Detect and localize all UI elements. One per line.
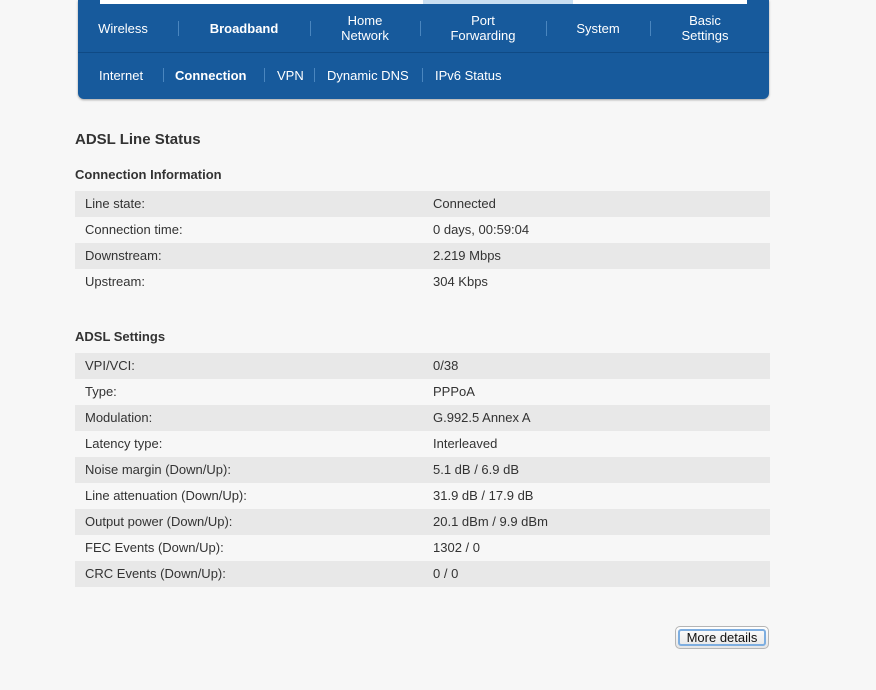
row-value: 304 Kbps <box>433 274 488 289</box>
row-value: Connected <box>433 196 496 211</box>
table-row: Line attenuation (Down/Up): 31.9 dB / 17… <box>75 483 770 509</box>
row-value: 1302 / 0 <box>433 540 480 555</box>
row-label: Latency type: <box>85 436 163 451</box>
table-row: Modulation: G.992.5 Annex A <box>75 405 770 431</box>
more-details-button[interactable]: More details <box>675 626 769 649</box>
connection-information-heading: Connection Information <box>75 167 222 182</box>
row-label: Type: <box>85 384 117 399</box>
row-label: Noise margin (Down/Up): <box>85 462 231 477</box>
table-row: Type: PPPoA <box>75 379 770 405</box>
secondary-tabs: Internet Connection VPN Dynamic DNS IPv6… <box>78 53 769 99</box>
row-label: Line state: <box>85 196 145 211</box>
subtab-separator <box>422 68 423 82</box>
row-label: Upstream: <box>85 274 145 289</box>
subtab-connection[interactable]: Connection <box>175 68 247 84</box>
table-row: Output power (Down/Up): 20.1 dBm / 9.9 d… <box>75 509 770 535</box>
tab-home-network[interactable]: Home Network <box>310 4 420 52</box>
row-value: G.992.5 Annex A <box>433 410 531 425</box>
subtab-dynamic-dns[interactable]: Dynamic DNS <box>327 68 409 84</box>
tab-port-forwarding[interactable]: Port Forwarding <box>420 4 546 52</box>
row-label: Connection time: <box>85 222 183 237</box>
page-title: ADSL Line Status <box>75 131 201 148</box>
row-value: 2.219 Mbps <box>433 248 501 263</box>
subtab-separator <box>163 68 164 82</box>
more-details-label[interactable]: More details <box>678 629 766 646</box>
connection-information-table: Line state: Connected Connection time: 0… <box>75 191 770 295</box>
row-value: 31.9 dB / 17.9 dB <box>433 488 534 503</box>
table-row: VPI/VCI: 0/38 <box>75 353 770 379</box>
adsl-settings-table: VPI/VCI: 0/38 Type: PPPoA Modulation: G.… <box>75 353 770 587</box>
row-label: Line attenuation (Down/Up): <box>85 488 247 503</box>
row-value: 5.1 dB / 6.9 dB <box>433 462 520 477</box>
tab-basic-settings[interactable]: Basic Settings <box>650 4 760 52</box>
table-row: Noise margin (Down/Up): 5.1 dB / 6.9 dB <box>75 457 770 483</box>
row-label: Downstream: <box>85 248 162 263</box>
row-label: VPI/VCI: <box>85 358 135 373</box>
subtab-internet[interactable]: Internet <box>99 68 143 84</box>
subtab-separator <box>314 68 315 82</box>
subtab-separator <box>264 68 265 82</box>
table-row: Latency type: Interleaved <box>75 431 770 457</box>
row-label: Output power (Down/Up): <box>85 514 233 529</box>
table-row: CRC Events (Down/Up): 0 / 0 <box>75 561 770 587</box>
tab-broadband[interactable]: Broadband <box>178 4 310 52</box>
table-row: Upstream: 304 Kbps <box>75 269 770 295</box>
row-label: FEC Events (Down/Up): <box>85 540 224 555</box>
row-value: 0/38 <box>433 358 459 373</box>
tab-wireless[interactable]: Wireless <box>78 4 168 52</box>
row-value: 0 days, 00:59:04 <box>433 222 530 237</box>
table-row: Downstream: 2.219 Mbps <box>75 243 770 269</box>
table-row: FEC Events (Down/Up): 1302 / 0 <box>75 535 770 561</box>
row-value: PPPoA <box>433 384 475 399</box>
row-label: CRC Events (Down/Up): <box>85 566 226 581</box>
adsl-settings-heading: ADSL Settings <box>75 329 166 344</box>
table-row: Line state: Connected <box>75 191 770 217</box>
main-navigation: Wireless Broadband Home Network Port For… <box>78 0 769 99</box>
subtab-ipv6-status[interactable]: IPv6 Status <box>435 68 501 84</box>
table-row: Connection time: 0 days, 00:59:04 <box>75 217 770 243</box>
row-label: Modulation: <box>85 410 153 425</box>
primary-tabs: Wireless Broadband Home Network Port For… <box>78 4 769 52</box>
row-value: Interleaved <box>433 436 498 451</box>
row-value: 20.1 dBm / 9.9 dBm <box>433 514 548 529</box>
tab-system[interactable]: System <box>546 4 650 52</box>
row-value: 0 / 0 <box>433 566 459 581</box>
subtab-vpn[interactable]: VPN <box>277 68 304 84</box>
